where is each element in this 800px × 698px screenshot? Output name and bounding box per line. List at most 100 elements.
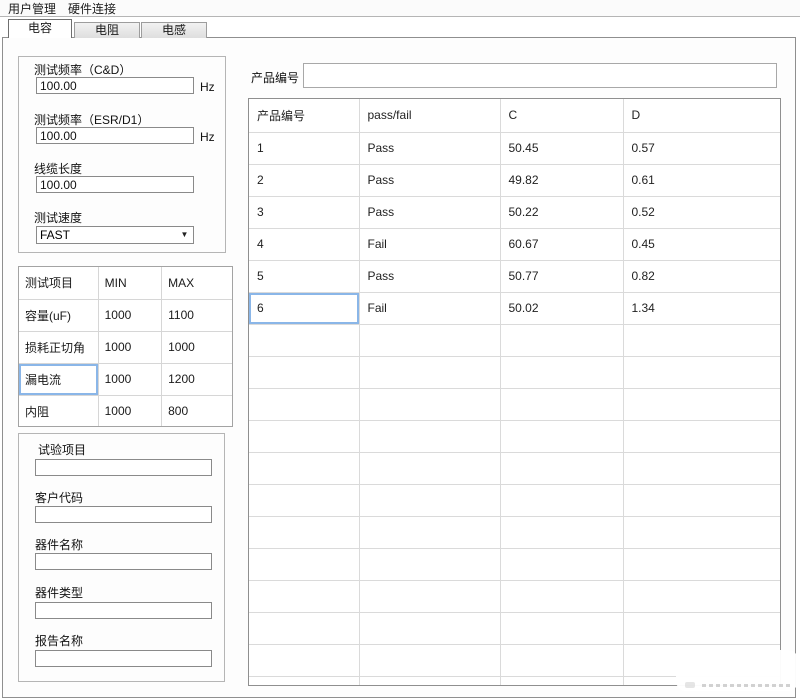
table-cell[interactable]: Fail: [359, 292, 500, 324]
table-cell[interactable]: 50.77: [500, 260, 623, 292]
table-cell[interactable]: [500, 356, 623, 388]
table-cell[interactable]: [359, 676, 500, 686]
table-cell[interactable]: 0.57: [623, 132, 781, 164]
table-cell[interactable]: [359, 612, 500, 644]
table-cell[interactable]: [500, 548, 623, 580]
menu-user-management[interactable]: 用户管理: [8, 0, 56, 17]
test-item-input[interactable]: [35, 459, 212, 476]
menu-bar: 用户管理 硬件连接: [0, 0, 800, 17]
table-cell[interactable]: [359, 516, 500, 548]
tab-resistor[interactable]: 电阻: [74, 22, 140, 38]
table-cell[interactable]: [359, 356, 500, 388]
table-cell[interactable]: [249, 612, 359, 644]
table-cell[interactable]: [249, 388, 359, 420]
table-cell[interactable]: 4: [249, 228, 359, 260]
table-cell[interactable]: 1: [249, 132, 359, 164]
device-name-input[interactable]: [35, 553, 212, 570]
table-cell[interactable]: [249, 580, 359, 612]
product-no-input[interactable]: [303, 63, 777, 88]
report-name-input[interactable]: [35, 650, 212, 667]
chevron-down-icon[interactable]: ▼: [177, 228, 192, 242]
limits-cell[interactable]: 损耗正切角: [19, 331, 98, 363]
device-type-input[interactable]: [35, 602, 212, 619]
table-cell[interactable]: [623, 452, 781, 484]
table-cell[interactable]: [500, 676, 623, 686]
table-cell[interactable]: [500, 324, 623, 356]
table-cell[interactable]: [623, 356, 781, 388]
table-cell[interactable]: 6: [249, 292, 359, 324]
table-cell[interactable]: 50.45: [500, 132, 623, 164]
menu-hardware-connection[interactable]: 硬件连接: [68, 0, 116, 17]
customer-code-input[interactable]: [35, 506, 212, 523]
limits-cell[interactable]: 1000: [98, 395, 161, 427]
tab-capacitor[interactable]: 电容: [8, 19, 72, 38]
cable-length-input[interactable]: [36, 176, 194, 193]
table-cell[interactable]: [500, 420, 623, 452]
table-cell[interactable]: Fail: [359, 228, 500, 260]
table-cell[interactable]: [500, 452, 623, 484]
freq-cd-input[interactable]: [36, 77, 194, 94]
table-cell[interactable]: 0.82: [623, 260, 781, 292]
table-cell[interactable]: [359, 388, 500, 420]
table-cell[interactable]: [623, 548, 781, 580]
limits-cell[interactable]: 800: [162, 395, 232, 427]
table-cell[interactable]: [623, 612, 781, 644]
table-cell[interactable]: [359, 420, 500, 452]
table-cell[interactable]: [500, 388, 623, 420]
freq-esr-input[interactable]: [36, 127, 194, 144]
test-speed-dropdown[interactable]: FAST ▼: [36, 226, 194, 244]
limits-cell[interactable]: 1000: [162, 331, 232, 363]
table-cell[interactable]: 49.82: [500, 164, 623, 196]
table-cell[interactable]: [500, 644, 623, 676]
table-cell[interactable]: [249, 356, 359, 388]
table-cell[interactable]: [500, 516, 623, 548]
table-cell[interactable]: [359, 580, 500, 612]
table-cell[interactable]: [500, 612, 623, 644]
table-cell[interactable]: [623, 388, 781, 420]
table-cell[interactable]: [359, 484, 500, 516]
table-cell[interactable]: 1.34: [623, 292, 781, 324]
table-cell[interactable]: 2: [249, 164, 359, 196]
table-cell[interactable]: [500, 484, 623, 516]
table-cell[interactable]: [249, 644, 359, 676]
limits-cell[interactable]: 1100: [162, 299, 232, 331]
table-cell[interactable]: [249, 420, 359, 452]
table-cell[interactable]: [249, 548, 359, 580]
table-cell[interactable]: Pass: [359, 260, 500, 292]
limits-cell[interactable]: 1000: [98, 299, 161, 331]
table-cell[interactable]: [249, 484, 359, 516]
table-cell[interactable]: 5: [249, 260, 359, 292]
table-cell[interactable]: Pass: [359, 164, 500, 196]
table-cell[interactable]: Pass: [359, 132, 500, 164]
table-cell[interactable]: [623, 420, 781, 452]
limits-cell[interactable]: 1000: [98, 363, 161, 395]
table-cell[interactable]: [359, 644, 500, 676]
tab-inductor[interactable]: 电感: [141, 22, 207, 38]
table-cell[interactable]: 60.67: [500, 228, 623, 260]
table-cell[interactable]: [359, 452, 500, 484]
limits-cell[interactable]: 1200: [162, 363, 232, 395]
table-cell[interactable]: 3: [249, 196, 359, 228]
table-cell[interactable]: [623, 324, 781, 356]
table-cell[interactable]: 0.45: [623, 228, 781, 260]
limits-row: 内阻1000800: [19, 395, 232, 427]
limits-cell[interactable]: 容量(uF): [19, 299, 98, 331]
table-cell[interactable]: [249, 676, 359, 686]
table-cell[interactable]: 0.52: [623, 196, 781, 228]
table-cell[interactable]: [249, 452, 359, 484]
table-cell[interactable]: 50.22: [500, 196, 623, 228]
table-cell[interactable]: 50.02: [500, 292, 623, 324]
limits-cell[interactable]: 内阻: [19, 395, 98, 427]
table-cell[interactable]: 0.61: [623, 164, 781, 196]
table-cell[interactable]: [249, 324, 359, 356]
table-cell[interactable]: [359, 548, 500, 580]
table-cell[interactable]: [623, 484, 781, 516]
table-cell[interactable]: Pass: [359, 196, 500, 228]
table-cell[interactable]: [249, 516, 359, 548]
table-cell[interactable]: [623, 516, 781, 548]
table-cell[interactable]: [359, 324, 500, 356]
limits-cell[interactable]: 1000: [98, 331, 161, 363]
table-cell[interactable]: [500, 580, 623, 612]
limits-cell[interactable]: 漏电流: [19, 363, 98, 395]
table-cell[interactable]: [623, 580, 781, 612]
